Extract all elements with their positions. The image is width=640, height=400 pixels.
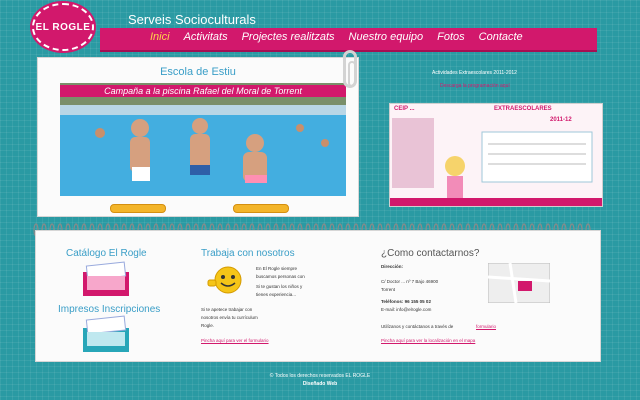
- nav-contacte[interactable]: Contacte: [479, 31, 523, 43]
- work-text-line: Rogle.: [201, 323, 215, 328]
- featured-caption: Campaña a la piscina Rafael del Moral de…: [60, 85, 346, 97]
- sidebar-download-link[interactable]: Descarga la programación aquí: [440, 83, 510, 89]
- catalog-title: Catálogo El Rogle: [66, 248, 147, 259]
- catalog-icon[interactable]: [81, 260, 131, 298]
- work-text-line: Si te gustan los niños y: [256, 284, 303, 289]
- contact-map-link[interactable]: Pincha aquí para ver la localización en …: [381, 338, 475, 343]
- logo-text: EL ROGLE: [35, 21, 91, 33]
- contact-title: ¿Como contactarnos?: [381, 248, 480, 259]
- contact-line: E-mail: info@elrogle.com: [381, 307, 432, 312]
- slider-next-button[interactable]: [233, 204, 289, 213]
- featured-photo[interactable]: Campaña a la piscina Rafael del Moral de…: [60, 83, 346, 196]
- contact-line: C/ Doctor ... nº 7 Bajo 46900: [381, 279, 439, 284]
- info-notebook: Catálogo El Rogle Impresos Inscripciones…: [35, 230, 601, 362]
- nav-projectes[interactable]: Projectes realitzats: [242, 31, 335, 43]
- nav-equipo[interactable]: Nuestro equipo: [349, 31, 424, 43]
- map-icon[interactable]: [488, 263, 550, 303]
- extracurricular-poster[interactable]: CEIP ... EXTRAESCOLARES 2011-12: [389, 103, 603, 207]
- pool-photo-illustration: [60, 83, 346, 196]
- footer-design-credit[interactable]: Diseñado Web: [0, 381, 640, 387]
- work-title: Trabaja con nosotros: [201, 248, 295, 259]
- enroll-forms-icon[interactable]: [81, 314, 131, 354]
- contact-line: Torrent: [381, 287, 396, 292]
- sidebar-title: Actividades Extraescolares 2011-2012: [432, 70, 517, 76]
- nav-inici[interactable]: Inici: [150, 31, 170, 43]
- nav-fotos[interactable]: Fotos: [437, 31, 465, 43]
- footer-copyright: © Todos los derechos reservados EL ROGLE: [269, 373, 371, 379]
- logo[interactable]: EL ROGLE: [32, 3, 94, 51]
- contact-more-text: Utilízanos y contáctanos a través de: [381, 324, 454, 329]
- work-text-line: Si te apetece trabajar con: [201, 307, 253, 312]
- featured-panel: Escola de Estiu Campaña a la piscina Raf…: [37, 57, 359, 217]
- work-text-line: buscamos personas con: [256, 274, 305, 279]
- contact-form-link[interactable]: formulario: [476, 324, 496, 329]
- nav-activitats[interactable]: Activitats: [184, 31, 228, 43]
- site-tagline: Serveis Socioculturals: [128, 12, 256, 27]
- work-text-line: nosotros envía tu currículum: [201, 315, 258, 320]
- featured-title: Escola de Estiu: [160, 66, 236, 78]
- work-text-line: En El Rogle siempre: [256, 266, 298, 271]
- main-nav: Inici Activitats Projectes realitzats Nu…: [150, 31, 523, 43]
- poster-illustration: [390, 118, 602, 206]
- paperclip-icon: [343, 50, 357, 88]
- work-text-line: tienes experiencia...: [256, 292, 297, 297]
- smiley-icon: [207, 266, 242, 294]
- contact-line: Teléfonos: 96 155 05 02: [381, 299, 431, 304]
- contact-line: Dirección:: [381, 264, 404, 269]
- work-form-link[interactable]: Pincha aquí para ver el formulario: [201, 338, 269, 343]
- slider-prev-button[interactable]: [110, 204, 166, 213]
